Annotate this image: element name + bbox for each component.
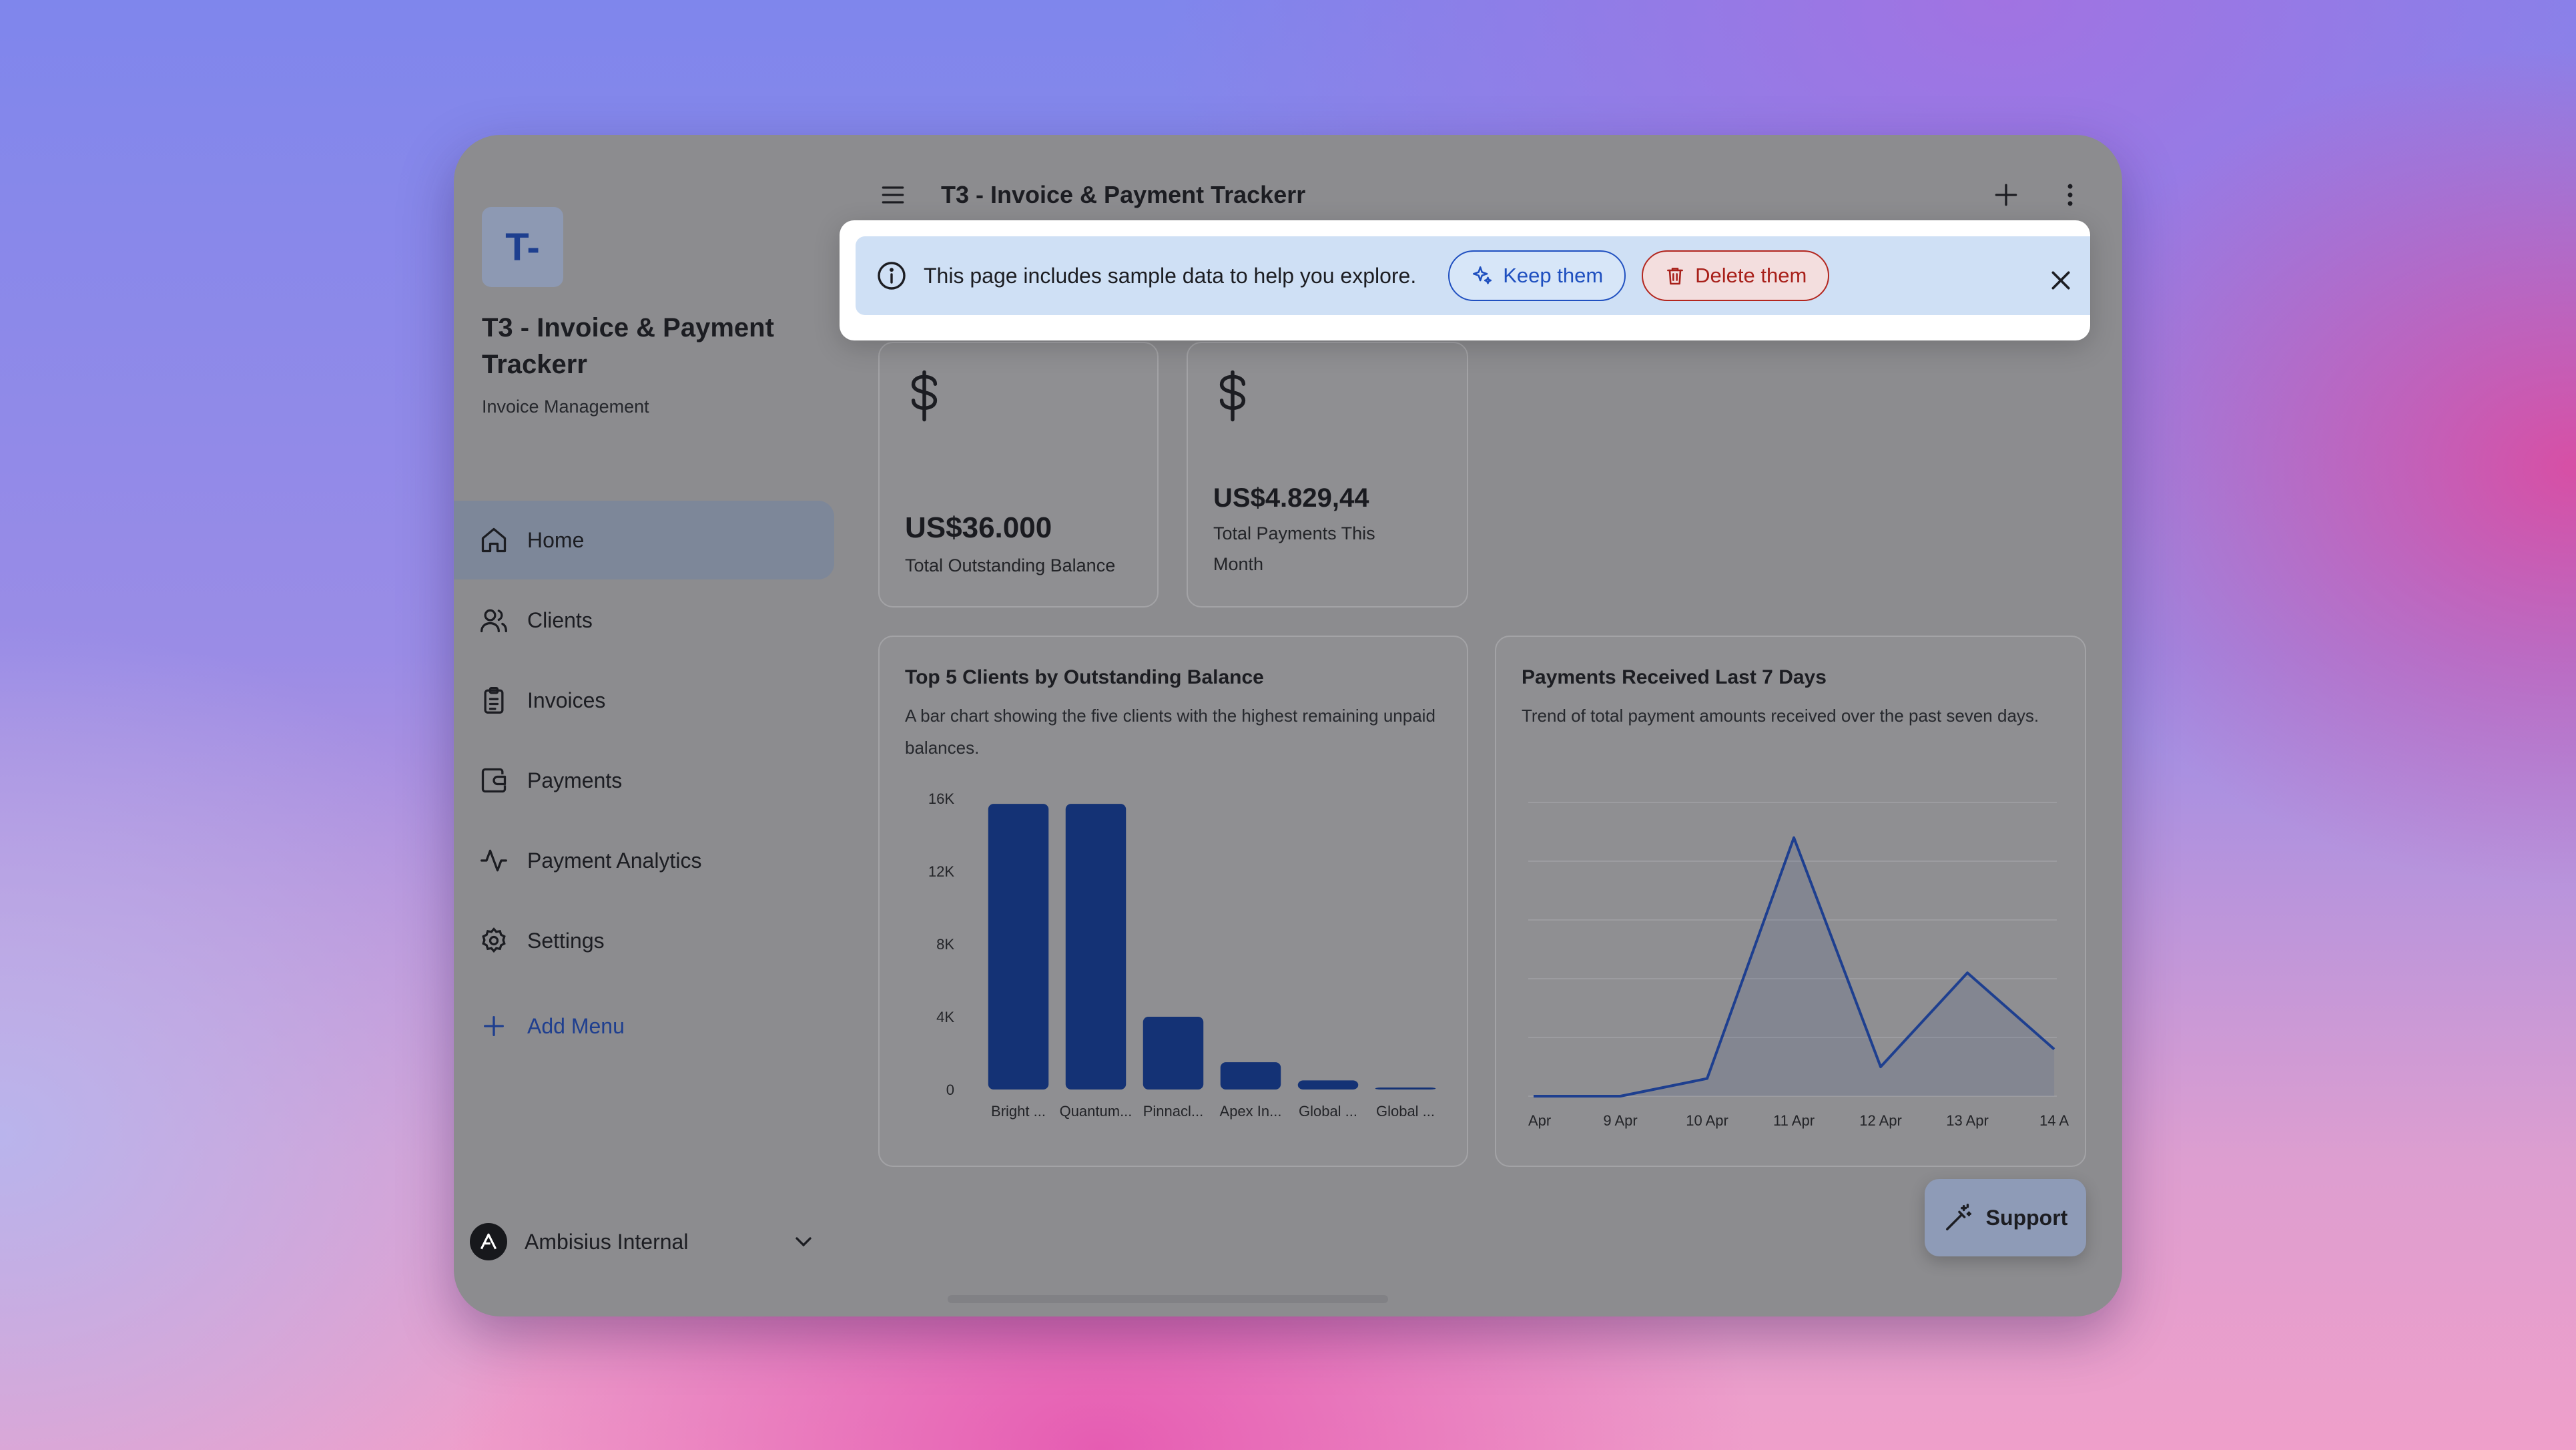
workspace-switcher[interactable]: Ambisius Internal	[470, 1215, 830, 1268]
home-icon	[478, 524, 510, 556]
keep-button-label: Keep them	[1503, 264, 1604, 287]
workspace-name: Ambisius Internal	[525, 1229, 689, 1254]
x-tick-label: Apex In...	[1220, 1103, 1282, 1120]
more-vertical-icon	[2055, 180, 2085, 210]
activity-icon	[478, 844, 510, 877]
bar	[1297, 1080, 1359, 1090]
y-tick-label: 0	[946, 1081, 954, 1098]
y-tick-label: 8K	[936, 936, 954, 953]
x-tick-label: 12 Apr	[1859, 1112, 1902, 1129]
y-tick-label: 12K	[928, 863, 954, 880]
kpi-card-outstanding: US$36.000 Total Outstanding Balance	[878, 342, 1159, 608]
wallet-icon	[478, 764, 510, 796]
sidebar-item-invoices[interactable]: Invoices	[454, 661, 834, 740]
bar	[988, 804, 1049, 1090]
sparkles-icon	[1471, 264, 1494, 287]
magic-wand-icon	[1943, 1202, 1974, 1233]
support-button[interactable]: Support	[1925, 1179, 2086, 1256]
info-icon	[876, 260, 908, 292]
sample-data-banner: This page includes sample data to help y…	[840, 220, 2090, 340]
app-logo: T-	[482, 207, 563, 287]
chart-title: Payments Received Last 7 Days	[1522, 666, 1827, 688]
sidebar-item-label: Clients	[527, 608, 593, 632]
bar	[1065, 804, 1126, 1090]
plus-icon	[478, 1010, 510, 1042]
kpi-value: US$4.829,44	[1213, 483, 1369, 513]
clipboard-list-icon	[478, 684, 510, 716]
top-clients-chart-card: Top 5 Clients by Outstanding Balance A b…	[878, 636, 1468, 1167]
sidebar-item-clients[interactable]: Clients	[454, 581, 834, 660]
x-tick-label: 13 Apr	[1946, 1112, 1989, 1129]
y-tick-label: 16K	[928, 790, 954, 807]
area-fill	[1534, 837, 2055, 1096]
sidebar-item-label: Home	[527, 527, 585, 552]
x-tick-label: Global ...	[1376, 1103, 1435, 1120]
banner-message: This page includes sample data to help y…	[924, 263, 1417, 288]
dollar-icon	[902, 369, 946, 423]
x-tick-label: Quantum...	[1060, 1103, 1133, 1120]
x-tick-label: 10 Apr	[1686, 1112, 1728, 1129]
sidebar: T- T3 - Invoice & Payment Trackerr Invoi…	[454, 135, 854, 1316]
chevron-down-icon	[790, 1228, 817, 1255]
add-menu-label: Add Menu	[527, 1013, 625, 1038]
scroll-indicator[interactable]	[948, 1295, 1388, 1303]
users-icon	[478, 604, 510, 636]
app-subtitle: Invoice Management	[482, 397, 649, 417]
more-options-button[interactable]	[2051, 176, 2089, 214]
close-icon	[2047, 267, 2074, 294]
bar	[1143, 1017, 1204, 1090]
sidebar-item-label: Payment Analytics	[527, 848, 702, 873]
x-tick-label: 11 Apr	[1773, 1112, 1815, 1129]
plus-icon	[1991, 180, 2021, 210]
support-label: Support	[1985, 1205, 2068, 1230]
app-name: T3 - Invoice & Payment Trackerr	[482, 313, 774, 379]
bar	[1220, 1062, 1281, 1090]
x-tick-label: Apr	[1528, 1112, 1551, 1129]
kpi-label: Total Payments This Month	[1213, 523, 1375, 574]
payments-trend-chart-card: Payments Received Last 7 Days Trend of t…	[1495, 636, 2086, 1167]
menu-toggle-button[interactable]	[873, 175, 913, 215]
sidebar-item-payment-analytics[interactable]: Payment Analytics	[454, 821, 834, 900]
x-tick-label: Bright ...	[991, 1103, 1046, 1120]
gear-icon	[478, 925, 510, 957]
x-tick-label: 9 Apr	[1603, 1112, 1637, 1129]
keep-sample-data-button[interactable]: Keep them	[1448, 250, 1626, 301]
chart-title: Top 5 Clients by Outstanding Balance	[905, 666, 1264, 688]
chart-description: Trend of total payment amounts received …	[1522, 706, 2039, 726]
sidebar-item-settings[interactable]: Settings	[454, 901, 834, 980]
add-menu-button[interactable]: Add Menu	[454, 987, 834, 1065]
close-banner-button[interactable]	[2042, 262, 2079, 299]
x-tick-label: Pinnacl...	[1143, 1103, 1204, 1120]
bar-chart: 0 4K 8K 12K 16K Bright ... Quantum... Pinnacl..…	[928, 790, 1436, 1120]
x-tick-label: Global ...	[1299, 1103, 1357, 1120]
hamburger-icon	[878, 180, 908, 210]
x-tick-label: 14 A	[2039, 1112, 2069, 1129]
sidebar-item-label: Invoices	[527, 688, 606, 712]
trash-icon	[1664, 265, 1686, 286]
dollar-icon	[1211, 369, 1255, 423]
workspace-logo-icon	[470, 1223, 507, 1260]
delete-sample-data-button[interactable]: Delete them	[1642, 250, 1830, 301]
sidebar-item-label: Payments	[527, 768, 623, 792]
delete-button-label: Delete them	[1695, 264, 1807, 287]
kpi-value: US$36.000	[905, 511, 1052, 544]
y-tick-label: 4K	[936, 1009, 954, 1025]
sidebar-item-payments[interactable]: Payments	[454, 741, 834, 820]
line-chart: Apr 9 Apr 10 Apr 11 Apr 12 Apr 13 Apr 14 A	[1528, 802, 2069, 1129]
bar	[1375, 1088, 1436, 1090]
sidebar-item-label: Settings	[527, 928, 605, 953]
sidebar-item-home[interactable]: Home	[454, 501, 834, 579]
page-title: T3 - Invoice & Payment Trackerr	[941, 181, 1306, 208]
kpi-card-payments-month: US$4.829,44 Total Payments This Month	[1187, 342, 1468, 608]
chart-description: A bar chart showing the five clients wit…	[905, 706, 1435, 758]
add-button[interactable]	[1987, 176, 2025, 214]
banner-body: This page includes sample data to help y…	[856, 236, 2090, 315]
kpi-label: Total Outstanding Balance	[905, 555, 1116, 575]
